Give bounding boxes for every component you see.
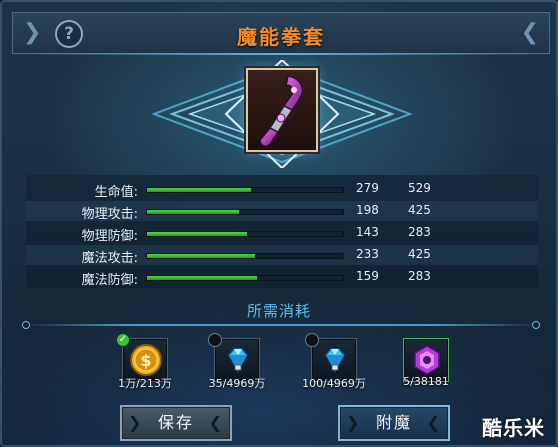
chevron-right-icon: ❯ <box>128 413 144 432</box>
unchecked-icon <box>208 333 222 347</box>
stat-current-value: 233 <box>356 247 379 261</box>
stat-row-hp: 生命值: 279 529 <box>26 179 538 200</box>
gauntlet-item-slot[interactable] <box>246 68 318 152</box>
stat-bar <box>146 253 344 259</box>
stat-bar-fill <box>147 276 257 280</box>
cost-amount: 5/38181 <box>403 375 449 388</box>
stat-bar-fill <box>147 254 255 258</box>
cost-amount: 35/4969万 <box>208 377 266 390</box>
save-button-label: 保存 <box>157 413 194 432</box>
stat-label: 物理攻击: <box>81 207 138 222</box>
cost-amount: 1万/213万 <box>118 377 172 390</box>
divider-dot <box>22 321 30 329</box>
divider-dot <box>532 321 540 329</box>
stat-label: 魔法防御: <box>81 273 138 288</box>
stats-table: 生命值: 279 529 物理攻击: 198 425 物理防御: 143 283… <box>26 175 538 288</box>
stat-bar-fill <box>147 188 251 192</box>
stat-current-value: 143 <box>356 225 379 239</box>
page-title: 魔能拳套 <box>237 25 325 49</box>
stat-bar <box>146 275 344 281</box>
stat-current-value: 279 <box>356 181 379 195</box>
stat-label: 魔法攻击: <box>81 251 138 266</box>
cost-amount: 100/4969万 <box>302 377 366 390</box>
header-bar: ❯ ? 魔能拳套 ❮ <box>12 12 550 55</box>
gold-coin-icon: $ <box>130 344 162 376</box>
diamond-icon <box>325 348 345 373</box>
svg-text:$: $ <box>140 351 151 370</box>
divider <box>24 324 538 326</box>
stat-row-physical-attack: 物理攻击: 198 425 <box>26 201 538 222</box>
unchecked-icon <box>305 333 319 347</box>
stat-max-value: 283 <box>408 225 431 239</box>
stat-row-magic-attack: 魔法攻击: 233 425 <box>26 245 538 266</box>
item-display <box>142 60 422 168</box>
chevron-right-icon: ❮ <box>520 20 539 45</box>
purple-crystal-icon <box>414 345 440 375</box>
diamond-icon <box>228 348 248 373</box>
stat-max-value: 425 <box>408 247 431 261</box>
stat-max-value: 529 <box>408 181 431 195</box>
stat-label: 生命值: <box>94 185 138 200</box>
stat-label: 物理防御: <box>81 229 138 244</box>
stat-bar <box>146 187 344 193</box>
stat-max-value: 425 <box>408 203 431 217</box>
save-button[interactable]: ❯ 保存 ❮ <box>120 405 232 441</box>
check-icon: ✓ <box>116 333 130 347</box>
gauntlet-icon <box>259 75 304 147</box>
watermark: 酷乐米 <box>482 416 545 440</box>
enchant-button-label: 附魔 <box>375 413 412 432</box>
stat-bar <box>146 231 344 237</box>
chevron-right-icon: ❯ <box>346 413 362 432</box>
chevron-left-icon: ❮ <box>426 413 442 432</box>
stat-row-physical-defense: 物理防御: 143 283 <box>26 223 538 244</box>
stat-current-value: 159 <box>356 269 379 283</box>
enchant-button[interactable]: ❯ 附魔 ❮ <box>338 405 450 441</box>
cost-section-title: 所需消耗 <box>246 302 311 320</box>
chevron-left-icon: ❮ <box>208 413 224 432</box>
stat-bar-fill <box>147 210 240 214</box>
stat-row-magic-defense: 魔法防御: 159 283 <box>26 267 538 288</box>
stat-bar <box>146 209 344 215</box>
stat-max-value: 283 <box>408 269 431 283</box>
stat-bar-fill <box>147 232 247 236</box>
enchant-panel: ❯ ? 魔能拳套 ❮ 生命值: 279 529 物理攻击: 198 425 物理… <box>0 0 558 447</box>
stat-current-value: 198 <box>356 203 379 217</box>
